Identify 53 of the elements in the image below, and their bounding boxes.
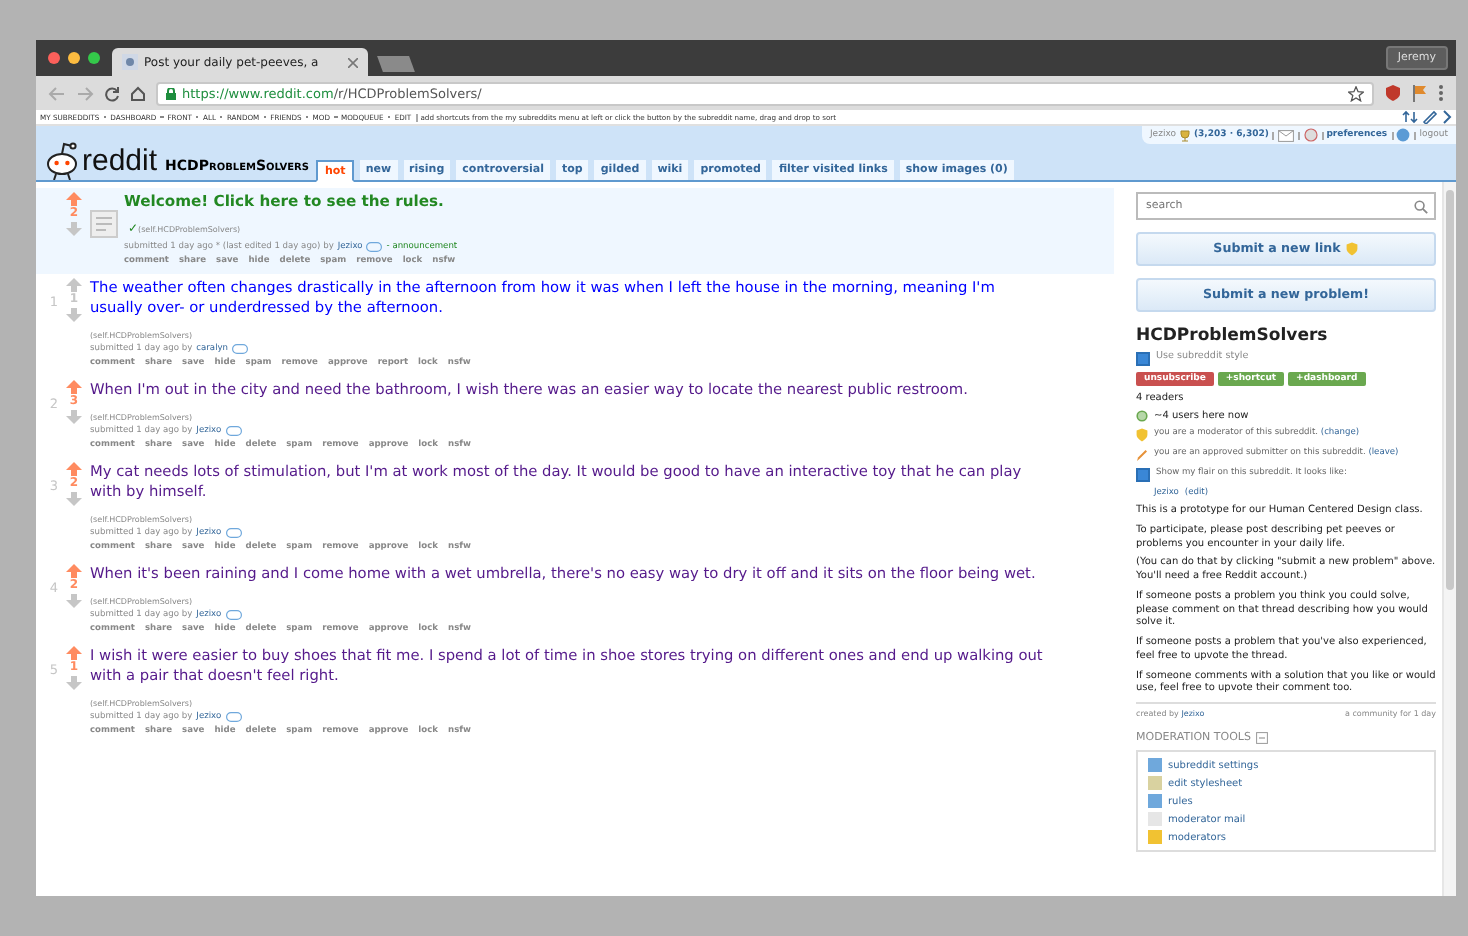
star-icon[interactable] — [1348, 85, 1364, 101]
upvote-icon[interactable] — [66, 192, 82, 206]
upvote-icon[interactable] — [66, 380, 82, 394]
forward-icon[interactable] — [76, 85, 94, 101]
downvote-icon[interactable] — [66, 676, 82, 690]
next-icon[interactable] — [1442, 110, 1452, 124]
pencil-icon — [1136, 448, 1148, 462]
lock-icon — [166, 87, 176, 99]
globe-icon[interactable] — [1396, 128, 1411, 142]
sort-icon[interactable] — [1402, 110, 1418, 124]
speech-icon — [225, 528, 242, 538]
upvote-icon[interactable] — [66, 646, 82, 660]
search-icon[interactable] — [1414, 199, 1428, 213]
speech-icon — [225, 712, 242, 722]
downvote-icon[interactable] — [66, 308, 82, 322]
speech-icon — [225, 610, 242, 620]
speech-icon — [366, 242, 383, 252]
alien-icon[interactable] — [44, 140, 80, 180]
downvote-icon[interactable] — [66, 222, 82, 236]
scrollbar-thumb[interactable] — [1446, 190, 1454, 590]
downvote-icon[interactable] — [66, 410, 82, 424]
trophy-icon — [1179, 129, 1190, 141]
online-icon — [1136, 410, 1148, 422]
home-icon[interactable] — [130, 85, 146, 101]
downvote-icon[interactable] — [66, 492, 82, 506]
reddit-logo[interactable]: reddit — [82, 146, 158, 176]
sidebar-title[interactable]: HCDProblemSolvers — [1136, 326, 1436, 346]
minimize-dot[interactable] — [68, 52, 80, 64]
close-dot[interactable] — [48, 52, 60, 64]
upvote-icon[interactable] — [66, 564, 82, 578]
back-icon[interactable] — [48, 85, 66, 101]
self-post-thumbnail[interactable] — [90, 210, 118, 238]
checkbox[interactable] — [1136, 468, 1150, 482]
upvote-icon[interactable] — [66, 278, 82, 292]
flag-icon[interactable] — [1412, 84, 1428, 102]
checkbox[interactable] — [1136, 352, 1150, 366]
speech-icon — [225, 426, 242, 436]
speech-icon — [232, 344, 249, 354]
modmail-icon[interactable] — [1303, 128, 1318, 142]
close-icon[interactable] — [348, 57, 358, 67]
shield-icon[interactable] — [1384, 84, 1402, 102]
zoom-dot[interactable] — [88, 52, 100, 64]
mail-icon[interactable] — [1278, 129, 1295, 141]
collapse-icon[interactable] — [1256, 732, 1269, 744]
page-icon — [122, 54, 138, 70]
menu-icon[interactable] — [1438, 84, 1444, 102]
badge-icon — [1136, 428, 1148, 442]
reload-icon[interactable] — [104, 85, 120, 101]
shield-icon — [1346, 242, 1359, 256]
upvote-icon[interactable] — [66, 462, 82, 476]
new-tab-button[interactable] — [377, 56, 415, 72]
pencil-icon[interactable] — [1422, 110, 1438, 124]
downvote-icon[interactable] — [66, 594, 82, 608]
